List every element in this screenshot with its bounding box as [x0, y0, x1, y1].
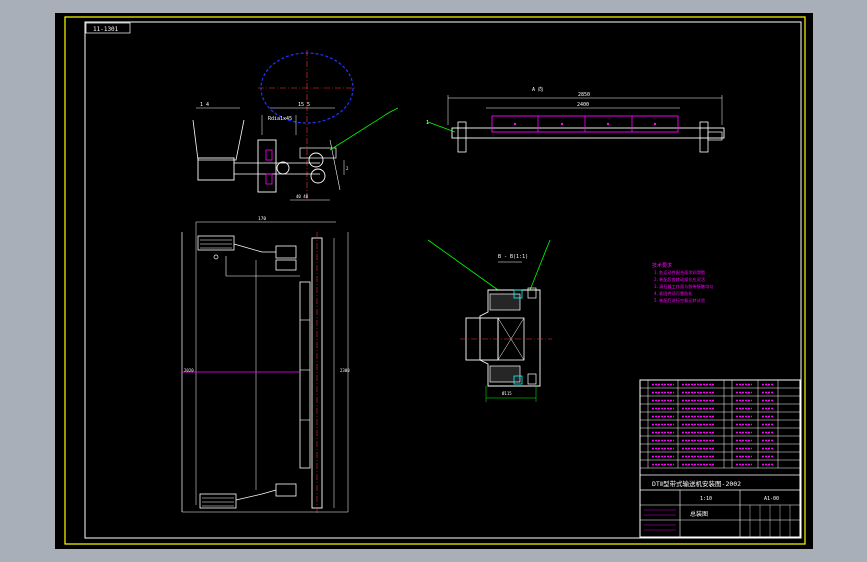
- tech-req-heading: 技术要求: [652, 262, 672, 269]
- section-label: B - B(1:1): [498, 254, 528, 260]
- svg-text:1: 1: [426, 120, 429, 126]
- svg-text:2020: 2020: [184, 368, 194, 373]
- svg-text:1 4: 1 4: [200, 102, 209, 108]
- tech-req-line: 2.装配后各转动部位应灵活: [654, 276, 705, 283]
- title-block-subtitle: 总装图: [690, 510, 708, 518]
- svg-text:Rdia1x45: Rdia1x45: [268, 116, 292, 122]
- tech-req-line: 3.清扫器工作面与胶带接触均匀: [654, 283, 713, 290]
- frame-tag: 11-1301: [93, 26, 119, 33]
- svg-text:2300: 2300: [340, 368, 350, 373]
- svg-text:15 5: 15 5: [298, 102, 310, 108]
- tech-req-line: 5.装配后进行空载运转试验: [654, 297, 706, 304]
- top-dim-overall: 2850: [578, 92, 590, 98]
- cad-drawing-viewport[interactable]: 11-1301 1 4 15 5 Rdia1x45 40 48 2 A 向 28…: [0, 0, 867, 562]
- svg-text:Ø115: Ø115: [502, 391, 512, 396]
- svg-text:170: 170: [258, 216, 266, 222]
- tech-req-line: 1.各运动件配合面涂润滑脂: [654, 269, 705, 276]
- title-block-title: DTⅡ型带式输送机安装图-2002: [652, 479, 741, 488]
- svg-text:40 48: 40 48: [296, 194, 309, 199]
- title-block-scale: 1:10: [700, 496, 712, 502]
- title-block-drawing-no: A1-00: [764, 496, 779, 502]
- tech-req-line: 4.紧固件须可靠防松: [654, 290, 693, 297]
- top-dim-inner: 2400: [577, 102, 589, 108]
- top-view-label: A 向: [532, 86, 543, 93]
